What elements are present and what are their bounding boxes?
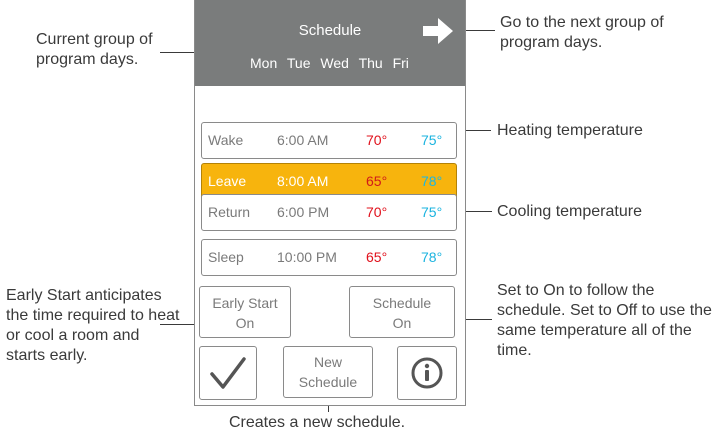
confirm-button[interactable]	[199, 346, 257, 400]
heat-setpoint[interactable]: 65°	[366, 249, 387, 265]
info-button[interactable]	[397, 346, 457, 400]
new-schedule-label: Schedule	[298, 374, 358, 390]
early-start-label: Early Start	[212, 295, 278, 311]
period-time: 6:00 PM	[277, 204, 330, 220]
annotation-new-schedule: Creates a new schedule.	[229, 414, 406, 431]
period-name: Leave	[208, 173, 247, 189]
day-label: Tue	[286, 55, 311, 71]
heat-setpoint[interactable]: 70°	[366, 132, 387, 148]
arrow-right-icon[interactable]	[423, 18, 453, 44]
period-time: 6:00 AM	[277, 132, 329, 148]
day-label: Wed	[320, 55, 349, 71]
heat-setpoint[interactable]: 70°	[366, 204, 387, 220]
day-label: Thu	[358, 55, 383, 71]
early-start-button[interactable]: Early Start On	[199, 286, 291, 338]
annotation-current-group: Current group of program days.	[36, 31, 153, 68]
period-time: 10:00 PM	[277, 249, 337, 265]
new-schedule-label: New	[313, 354, 342, 370]
checkmark-icon	[210, 357, 246, 389]
period-name: Sleep	[208, 249, 244, 265]
early-start-value: On	[235, 315, 255, 331]
schedule-row-sleep[interactable]: Sleep 10:00 PM 65° 78°	[201, 239, 457, 276]
annotation-schedule-toggle: Set to On to follow the schedule. Set to…	[497, 282, 712, 359]
program-days: Mon Tue Wed Thu Fri	[250, 55, 415, 71]
annotation-early-start: Early Start anticipates the time require…	[6, 287, 180, 364]
schedule-header[interactable]: Schedule Mon Tue Wed Thu Fri	[195, 0, 465, 86]
annotation-cooling: Cooling temperature	[497, 203, 642, 220]
cool-setpoint[interactable]: 75°	[421, 132, 442, 148]
cool-setpoint[interactable]: 75°	[421, 204, 442, 220]
new-schedule-button[interactable]: New Schedule	[283, 346, 373, 398]
day-label: Mon	[250, 55, 278, 71]
annotation-heating: Heating temperature	[497, 122, 643, 139]
annotation-next-group: Go to the next group of program days.	[500, 14, 664, 51]
cool-setpoint[interactable]: 78°	[421, 173, 442, 189]
cool-setpoint[interactable]: 78°	[421, 249, 442, 265]
day-label: Fri	[392, 55, 409, 71]
schedule-row-return[interactable]: Return 6:00 PM 70° 75°	[201, 194, 457, 231]
info-icon	[411, 357, 443, 389]
period-time: 8:00 AM	[277, 173, 329, 189]
leader-line	[160, 52, 198, 53]
schedule-toggle-value: On	[392, 315, 412, 331]
thermostat-screen: Schedule Mon Tue Wed Thu Fri Wake 6:00 A…	[194, 0, 466, 406]
schedule-toggle-label: Schedule	[372, 295, 432, 311]
period-name: Wake	[208, 132, 244, 148]
schedule-toggle-button[interactable]: Schedule On	[349, 286, 455, 338]
period-name: Return	[208, 204, 251, 220]
heat-setpoint[interactable]: 65°	[366, 173, 387, 189]
schedule-row-wake[interactable]: Wake 6:00 AM 70° 75°	[201, 122, 457, 159]
